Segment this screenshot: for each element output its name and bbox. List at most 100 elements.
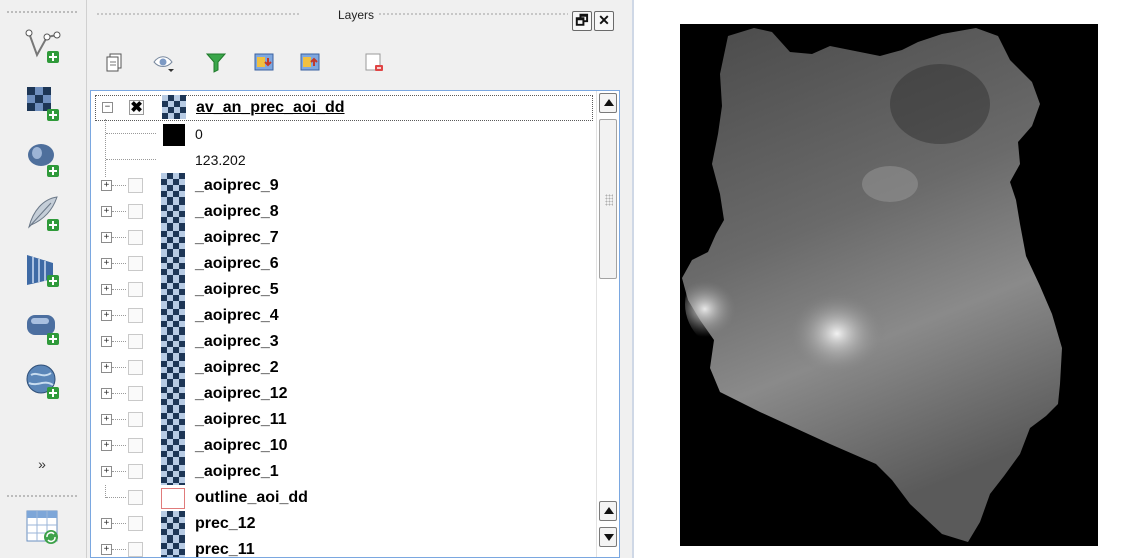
float-panel-button[interactable]: 🗗 [572, 11, 592, 31]
layer-visibility-checkbox[interactable] [128, 490, 143, 505]
expand-toggle-icon[interactable]: + [101, 232, 112, 243]
expand-toggle-icon[interactable]: + [101, 518, 112, 529]
layer-row[interactable]: + _aoiprec_3 [91, 329, 596, 355]
raster-layer-icon [161, 173, 185, 199]
layer-row-selected[interactable]: − ✖ av_an_prec_aoi_dd [95, 95, 593, 121]
expand-toggle-icon[interactable]: + [101, 414, 112, 425]
layer-name: av_an_prec_aoi_dd [196, 99, 345, 116]
remove-layer-button[interactable] [362, 50, 386, 74]
layer-row[interactable]: + _aoiprec_1 [91, 459, 596, 485]
collapse-all-icon [300, 53, 320, 71]
collapse-all-button[interactable] [298, 50, 322, 74]
expand-toggle-icon[interactable]: + [101, 206, 112, 217]
layer-visibility-checkbox[interactable] [128, 386, 143, 401]
scrollbar-thumb[interactable] [599, 119, 617, 279]
more-tools-chevron-icon[interactable]: » [30, 456, 54, 476]
tree-guide-line [112, 471, 126, 472]
layer-row[interactable]: + _aoiprec_12 [91, 381, 596, 407]
layer-visibility-checkbox[interactable] [128, 308, 143, 323]
toolbar-grip[interactable] [6, 10, 78, 14]
layer-visibility-checkbox[interactable]: ✖ [129, 100, 144, 115]
layer-visibility-checkbox[interactable] [128, 334, 143, 349]
layer-visibility-checkbox[interactable] [128, 438, 143, 453]
legend-item: 0 [91, 121, 596, 147]
layer-row[interactable]: + _aoiprec_4 [91, 303, 596, 329]
layer-visibility-checkbox[interactable] [128, 542, 143, 557]
layer-visibility-checkbox[interactable] [128, 282, 143, 297]
expand-toggle-icon[interactable]: + [101, 466, 112, 477]
add-raster-layer-button[interactable] [20, 80, 66, 126]
add-mssql-layer-button[interactable] [20, 304, 66, 350]
layer-visibility-checkbox[interactable] [128, 360, 143, 375]
expand-toggle-icon[interactable]: + [101, 440, 112, 451]
expand-all-button[interactable] [252, 50, 276, 74]
raster-layer-icon [161, 199, 185, 225]
layer-row[interactable]: + _aoiprec_10 [91, 433, 596, 459]
layer-row[interactable]: + _aoiprec_11 [91, 407, 596, 433]
layer-row[interactable]: + _aoiprec_8 [91, 199, 596, 225]
add-mssql-layer-icon [27, 315, 59, 345]
scroll-up-button-lower[interactable] [599, 501, 617, 521]
open-layer-styling-icon [106, 53, 122, 72]
layers-panel-toolbar [88, 40, 624, 80]
layer-visibility-checkbox[interactable] [128, 204, 143, 219]
layer-row[interactable]: + _aoiprec_2 [91, 355, 596, 381]
layer-visibility-checkbox[interactable] [128, 516, 143, 531]
add-wfs-layer-icon [26, 364, 59, 399]
tree-guide-line [112, 211, 126, 212]
legend-color-swatch [163, 124, 185, 146]
expand-toggle-icon[interactable]: + [101, 258, 112, 269]
tree-guide-line [112, 237, 126, 238]
scroll-down-button[interactable] [599, 527, 617, 547]
close-panel-button[interactable]: ✕ [594, 11, 614, 31]
layer-visibility-checkbox[interactable] [128, 230, 143, 245]
scroll-up-button[interactable] [599, 93, 617, 113]
layer-row[interactable]: + prec_12 [91, 511, 596, 537]
add-vector-layer-button[interactable] [20, 22, 66, 68]
add-wms-layer-button[interactable] [20, 246, 66, 292]
layer-name: _aoiprec_11 [195, 411, 287, 428]
raster-layer-icon [161, 303, 185, 329]
tree-guide-line [112, 341, 126, 342]
expand-toggle-icon[interactable]: + [101, 362, 112, 373]
expand-toggle-icon[interactable]: + [101, 284, 112, 295]
expand-toggle-icon[interactable]: + [101, 310, 112, 321]
raster-map-view[interactable] [680, 24, 1098, 546]
layer-name: _aoiprec_1 [195, 463, 279, 480]
expand-toggle-icon[interactable]: + [101, 336, 112, 347]
layer-row[interactable]: + _aoiprec_9 [91, 173, 596, 199]
expand-toggle-icon[interactable]: + [101, 544, 112, 555]
expand-toggle-icon[interactable]: + [101, 388, 112, 399]
layer-tree[interactable]: − ✖ av_an_prec_aoi_dd 0 123.202 + _aoipre… [90, 90, 620, 558]
layer-visibility-checkbox[interactable] [128, 464, 143, 479]
layers-panel: Layers 🗗 ✕ − ✖ av_an_prec_aoi_dd 0 123.2… [88, 0, 624, 558]
layer-row[interactable]: outline_aoi_dd [91, 485, 596, 511]
layer-name: _aoiprec_6 [195, 255, 279, 272]
layer-row[interactable]: + prec_11 [91, 537, 596, 557]
vertical-scrollbar[interactable] [596, 91, 619, 557]
layer-row[interactable]: + _aoiprec_7 [91, 225, 596, 251]
layer-row[interactable]: + _aoiprec_6 [91, 251, 596, 277]
add-wms-layer-icon [27, 255, 59, 287]
expand-toggle-icon[interactable]: + [101, 180, 112, 191]
layer-visibility-checkbox[interactable] [128, 178, 143, 193]
add-postgis-layer-button[interactable] [20, 136, 66, 182]
layer-name: _aoiprec_4 [195, 307, 279, 324]
filter-legend-button[interactable] [204, 50, 228, 74]
manage-visibility-button[interactable] [152, 50, 176, 74]
layer-visibility-checkbox[interactable] [128, 256, 143, 271]
layer-row[interactable]: + _aoiprec_5 [91, 277, 596, 303]
add-wfs-layer-button[interactable] [20, 358, 66, 404]
add-spatialite-layer-button[interactable] [20, 190, 66, 236]
legend-label: 123.202 [195, 152, 246, 168]
raster-layer-icon [162, 95, 186, 119]
open-layer-styling-button[interactable] [102, 50, 126, 74]
toolbar-grip[interactable] [6, 494, 78, 498]
map-canvas[interactable] [632, 0, 1122, 558]
raster-layer-icon [161, 511, 185, 537]
layer-name: _aoiprec_2 [195, 359, 279, 376]
layers-panel-titlebar[interactable]: Layers 🗗 ✕ [88, 0, 624, 31]
collapse-toggle-icon[interactable]: − [102, 102, 113, 113]
layer-visibility-checkbox[interactable] [128, 412, 143, 427]
add-delimited-text-layer-button[interactable] [20, 504, 66, 550]
